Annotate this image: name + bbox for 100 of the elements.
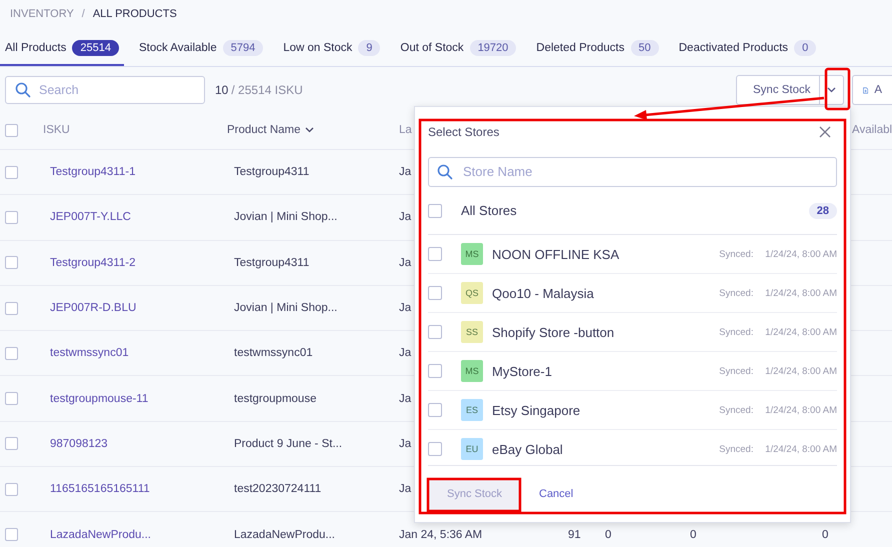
isku-link[interactable]: testgroupmouse-11	[50, 392, 148, 405]
store-name: MyStore-1	[492, 364, 553, 379]
table-cell: Testgroup4311	[234, 166, 310, 178]
filter-tab[interactable]: Stock Available 5794	[134, 34, 268, 66]
table-cell: Jan 24, 5:36 AM	[399, 528, 482, 541]
store-name: eBay Global	[492, 442, 564, 457]
cancel-link[interactable]: Cancel	[533, 487, 580, 502]
filter-tab[interactable]: Low on Stock 9	[278, 34, 386, 66]
tab-label: Deleted Products	[536, 42, 624, 54]
isku-link[interactable]: 1165165165165111	[50, 483, 150, 496]
table-cell: Ja	[399, 302, 412, 314]
popup-title: Select Stores	[428, 124, 500, 139]
store-checkbox[interactable]	[428, 403, 442, 418]
sync-time: 1/24/24, 8:00 AM	[765, 366, 837, 377]
column-header: ISKU	[43, 124, 70, 136]
table-cell: Testgroup4311	[234, 256, 310, 269]
table-cell: LazadaNewProdu...	[234, 528, 336, 541]
chevron-down-icon	[304, 127, 314, 133]
store-checkbox[interactable]	[428, 442, 442, 456]
store-avatar: MS	[461, 360, 483, 382]
isku-link[interactable]: testwmssync01	[50, 347, 129, 360]
store-avatar: MS	[461, 243, 483, 266]
column-header[interactable]: Product Name	[227, 124, 314, 136]
store-name: NOON OFFLINE KSA	[492, 246, 620, 262]
all-stores-label: All Stores	[461, 203, 518, 218]
count-badge: 0	[794, 40, 816, 56]
store-search-field[interactable]: Store Name	[428, 156, 837, 187]
count-badge: 5794	[222, 40, 264, 56]
row-checkbox[interactable]	[5, 528, 18, 542]
store-checkbox[interactable]	[428, 286, 442, 300]
table-cell: Ja	[399, 347, 412, 360]
table-cell: Ja	[399, 166, 412, 178]
store-name: Etsy Singapore	[492, 402, 582, 418]
store-avatar: ES	[461, 399, 483, 422]
filter-tab[interactable]: Out of Stock 19720	[395, 34, 522, 66]
table-cell: 0	[605, 528, 612, 541]
row-checkbox[interactable]	[5, 256, 18, 270]
sync-time: 1/24/24, 8:00 AM	[765, 248, 837, 260]
store-name: Shopify Store -button	[492, 324, 616, 340]
sync-time: 1/24/24, 8:00 AM	[765, 404, 837, 416]
add-button[interactable]: A	[852, 75, 892, 105]
sync-stock-button[interactable]: Sync Stock	[736, 75, 820, 105]
store-avatar: SS	[461, 321, 483, 344]
sync-status: Synced:	[719, 404, 754, 416]
sync-status: Synced:	[719, 248, 754, 260]
table-cell: Product 9 June - St...	[234, 438, 342, 450]
column-header: La	[399, 124, 412, 136]
table-cell: Ja	[399, 438, 412, 450]
store-checkbox[interactable]	[428, 364, 442, 378]
sync-status: Synced:	[719, 444, 754, 455]
table-cell: Ja	[399, 483, 412, 496]
select-all-checkbox[interactable]	[5, 124, 18, 136]
filter-tab[interactable]: All Products 25514	[0, 34, 124, 66]
filter-tab[interactable]: Deleted Products 50	[531, 34, 664, 66]
sync-status: Synced:	[719, 288, 754, 299]
row-checkbox[interactable]	[5, 482, 18, 496]
isku-link[interactable]: JEP007R-D.BLU	[50, 302, 136, 314]
row-checkbox[interactable]	[5, 166, 18, 179]
breadcrumb-current: ALL PRODUCTS	[92, 8, 177, 20]
sync-status: Synced:	[719, 366, 754, 377]
store-avatar: EU	[461, 438, 483, 460]
tab-label: Low on Stock	[283, 42, 352, 54]
row-checkbox[interactable]	[5, 437, 18, 450]
store-checkbox[interactable]	[428, 247, 442, 262]
count-badge: 25514	[72, 40, 119, 56]
row-checkbox[interactable]	[5, 346, 18, 360]
total-count: / 25514 ISKU	[231, 83, 303, 97]
row-checkbox[interactable]	[5, 302, 18, 315]
tab-label: All Products	[5, 42, 66, 54]
search-field[interactable]: Search	[5, 76, 205, 104]
row-checkbox[interactable]	[5, 210, 18, 224]
count-badge: 19720	[470, 40, 516, 56]
table-cell: testgroupmouse	[234, 392, 316, 405]
isku-link[interactable]: Testgroup4311-1	[50, 166, 136, 178]
table-cell: 91	[568, 528, 581, 541]
highlight-box	[824, 68, 850, 110]
row-checkbox[interactable]	[5, 392, 18, 406]
isku-link[interactable]: Testgroup4311-2	[50, 256, 136, 269]
table-cell: Jovian | Mini Shop...	[234, 302, 338, 314]
store-checkbox[interactable]	[428, 325, 442, 340]
table-cell: Ja	[399, 392, 412, 405]
table-cell: 0	[690, 528, 696, 541]
table-cell: 0	[822, 528, 828, 541]
chevron-down-icon	[827, 87, 836, 93]
search-icon	[437, 164, 453, 180]
isku-link[interactable]: JEP007T-Y.LLC	[50, 211, 131, 224]
sync-time: 1/24/24, 8:00 AM	[765, 326, 837, 338]
table-cell: testwmssync01	[234, 347, 313, 360]
sync-status: Synced:	[719, 326, 754, 338]
table-cell: Jovian | Mini Shop...	[234, 211, 338, 224]
count-badge: 50	[630, 40, 659, 56]
table-cell: Ja	[399, 211, 412, 224]
isku-link[interactable]: 987098123	[50, 438, 108, 450]
close-icon	[819, 126, 831, 138]
isku-link[interactable]: LazadaNewProdu...	[50, 528, 152, 541]
sync-time: 1/24/24, 8:00 AM	[765, 288, 837, 299]
all-stores-checkbox[interactable]	[428, 204, 442, 218]
search-icon	[15, 82, 31, 98]
filter-tab[interactable]: Deactivated Products 0	[674, 34, 822, 66]
close-button[interactable]	[819, 126, 831, 138]
